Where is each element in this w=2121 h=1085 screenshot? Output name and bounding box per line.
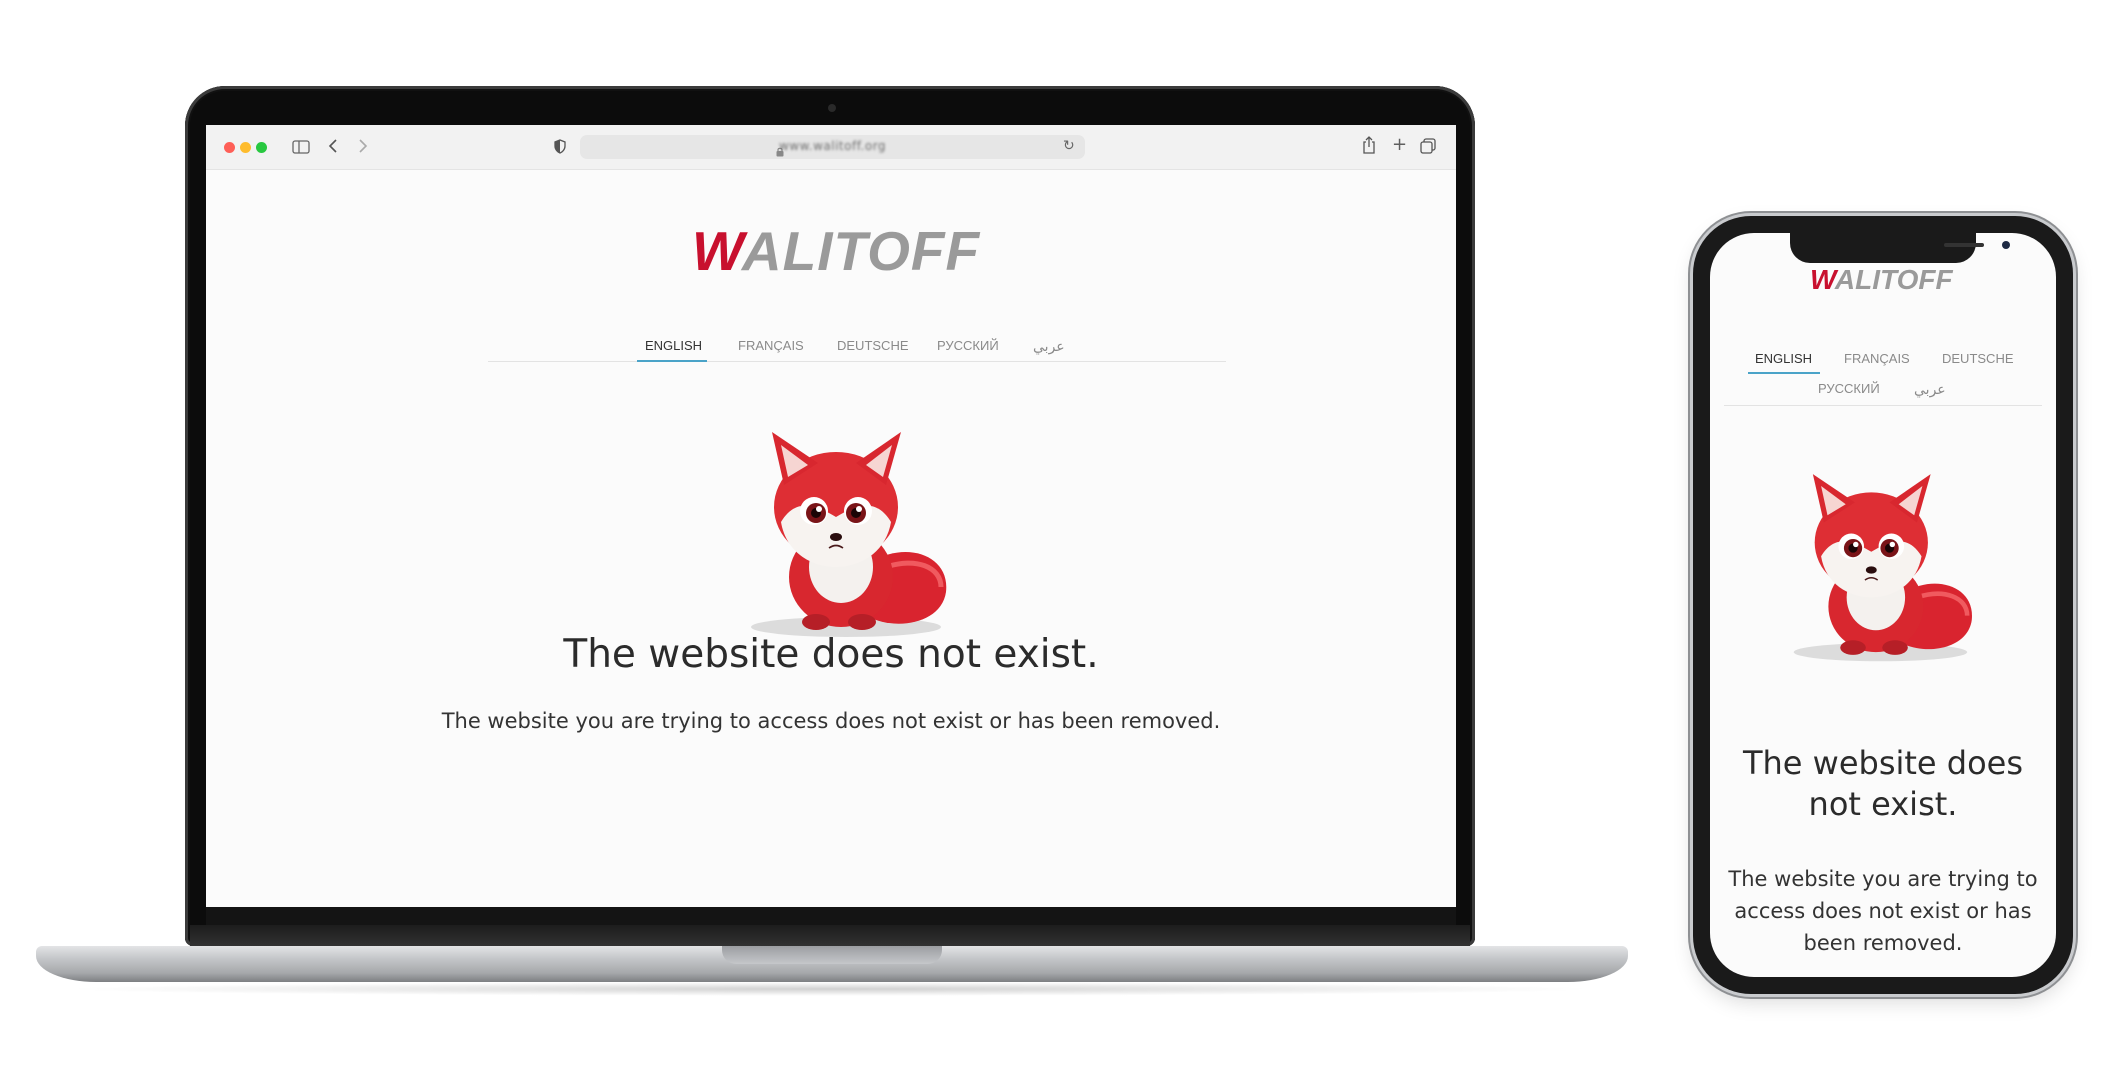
phone-notch (1790, 233, 2010, 263)
tab-francais[interactable]: FRANÇAIS (738, 338, 804, 353)
error-description: The website you are trying to access doe… (441, 709, 1221, 733)
phone-brand-logo[interactable]: WALITOFF (1810, 264, 1953, 296)
phone-volume-down (1688, 484, 1692, 548)
tab-russian[interactable]: РУССКИЙ (937, 338, 999, 353)
phone-error-description: The website you are trying to access doe… (1728, 867, 2038, 955)
phone-power-button (2074, 430, 2078, 526)
active-tab-indicator (637, 360, 707, 362)
share-icon[interactable] (1362, 136, 1376, 158)
forward-icon[interactable] (358, 138, 368, 158)
phone-speaker (1944, 243, 1984, 247)
phone-active-tab-indicator (1748, 372, 1820, 374)
minimize-window-button[interactable] (240, 142, 251, 153)
phone-silent-switch (1688, 346, 1692, 380)
tabs-overview-icon[interactable] (1420, 138, 1436, 158)
sidebar-icon[interactable] (292, 139, 310, 158)
url-text: www.walitoff.org (778, 139, 887, 153)
phone-tab-francais[interactable]: FRANÇAIS (1844, 351, 1910, 366)
address-bar[interactable]: www.walitoff.org ↻ (580, 135, 1085, 159)
new-tab-icon[interactable]: + (1392, 136, 1407, 154)
phone-volume-up (1688, 404, 1692, 468)
laptop-camera (828, 104, 836, 112)
brand-logo[interactable]: WALITOFF (692, 221, 980, 281)
laptop-bezel-bottom (206, 907, 1456, 925)
close-window-button[interactable] (224, 142, 235, 153)
phone-tab-deutsche[interactable]: DEUTSCHE (1942, 351, 2014, 366)
tab-english[interactable]: ENGLISH (645, 338, 702, 353)
back-icon[interactable] (328, 138, 338, 158)
phone-camera (2002, 241, 2010, 249)
error-title: The website does not exist. (563, 632, 1099, 677)
shield-icon[interactable] (554, 139, 566, 158)
laptop-trackpad-notch (722, 946, 942, 964)
phone-screen: WALITOFF ENGLISH FRANÇAIS DEUTSCHE РУССК… (1710, 233, 2056, 977)
zoom-window-button[interactable] (256, 142, 267, 153)
laptop-hinge (190, 925, 1470, 947)
logo-text: ALITOFF (1834, 264, 1953, 295)
reload-icon[interactable]: ↻ (1063, 138, 1075, 154)
logo-text: ALITOFF (741, 220, 981, 282)
tab-arabic[interactable]: عربي (1033, 338, 1065, 355)
logo-accent-letter: W (692, 220, 742, 282)
phone-fox-illustration (1780, 465, 1990, 679)
phone-tab-arabic[interactable]: عربي (1914, 381, 1946, 398)
tabs-divider (488, 361, 1226, 362)
tab-deutsche[interactable]: DEUTSCHE (837, 338, 909, 353)
phone-tabs-divider (1724, 405, 2042, 406)
fox-illustration (736, 427, 966, 651)
laptop-shadow (60, 982, 1600, 996)
browser-toolbar: www.walitoff.org ↻ + (206, 125, 1456, 170)
laptop-screen: www.walitoff.org ↻ + WALITOFF ENGLISH FR… (206, 125, 1456, 907)
phone-tab-english[interactable]: ENGLISH (1755, 351, 1812, 366)
phone-error-title: The website does not exist. (1742, 744, 2024, 823)
phone-tab-russian[interactable]: РУССКИЙ (1818, 381, 1880, 396)
logo-accent-letter: W (1810, 264, 1835, 295)
